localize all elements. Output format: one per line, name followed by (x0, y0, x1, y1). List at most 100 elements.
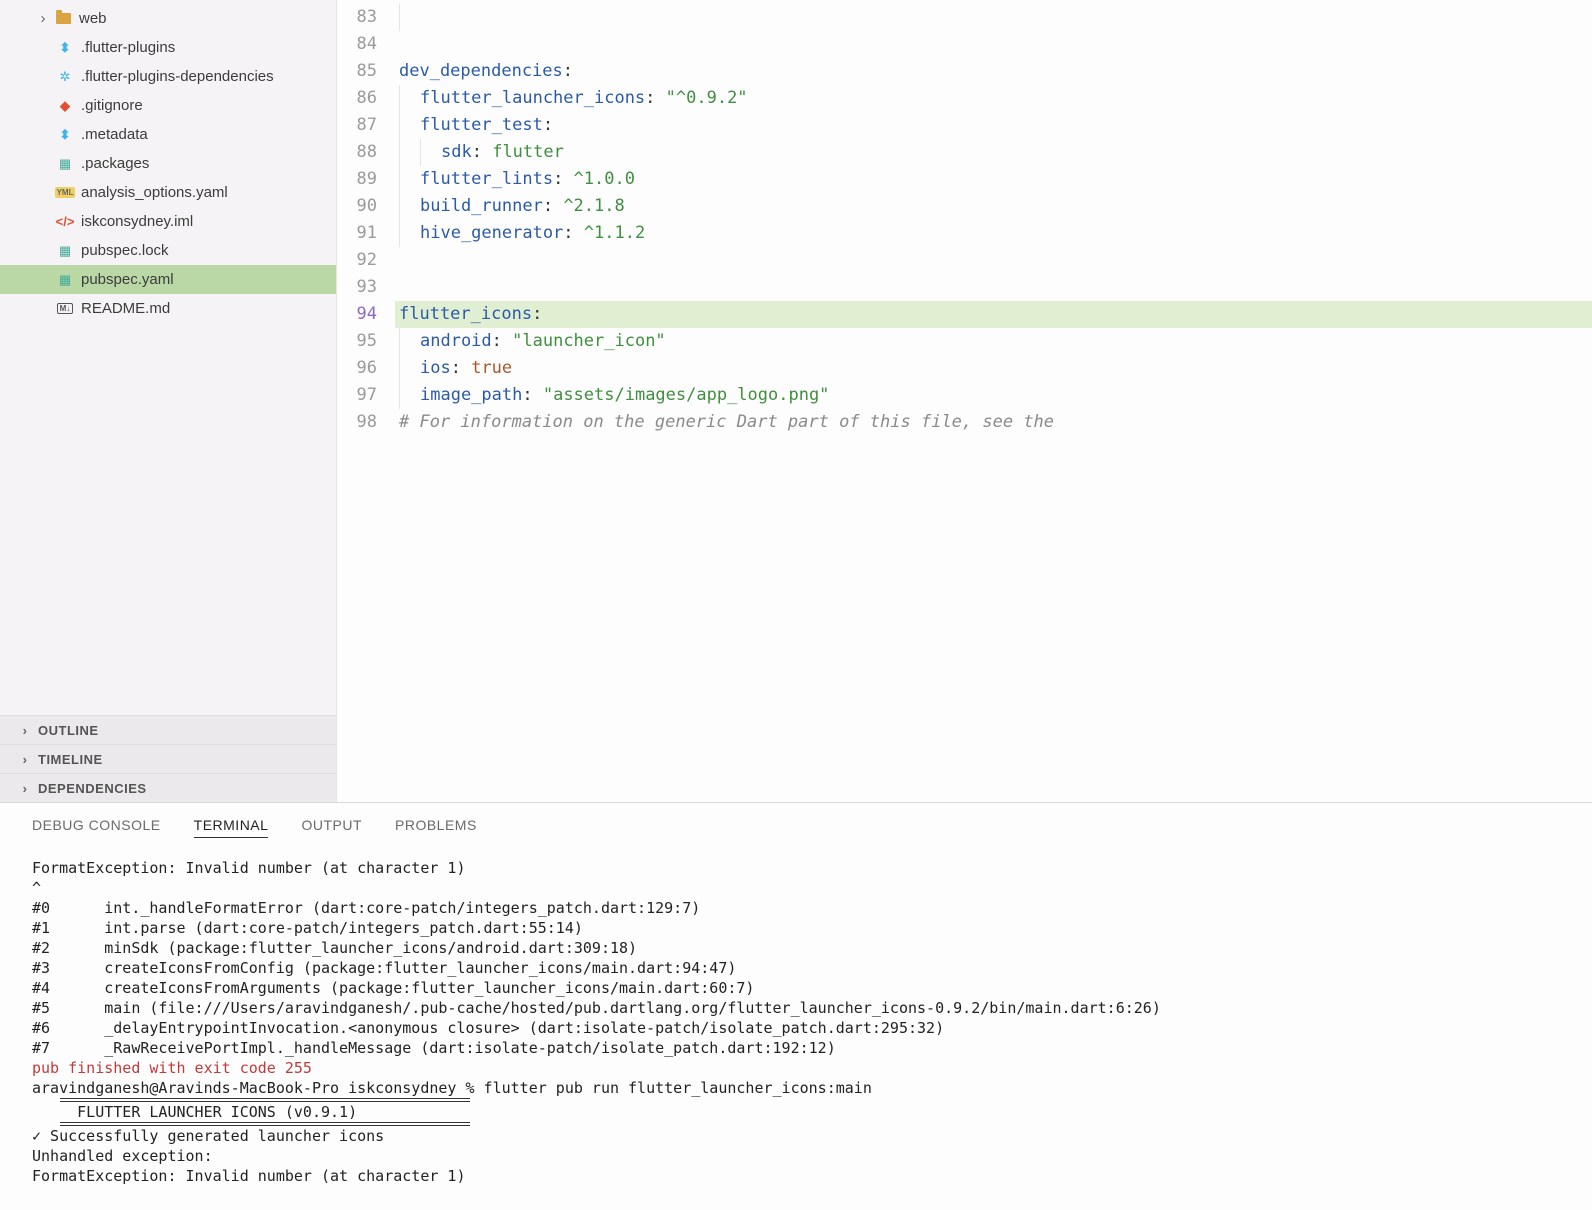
code-token: flutter_icons (399, 304, 532, 324)
code-token: : (492, 331, 512, 351)
file-item[interactable]: ⬍ .metadata (0, 120, 336, 149)
code-token: : (553, 169, 573, 189)
line-number: 94 (337, 301, 377, 328)
file-item[interactable]: ▦.packages (0, 149, 336, 178)
sidebar-section[interactable]: ›TIMELINE (0, 744, 336, 773)
tree-item-label: .metadata (81, 126, 148, 143)
md-icon: M↓ (56, 300, 74, 318)
terminal-line: ^ (32, 878, 1560, 898)
tree-item-label: .gitignore (81, 97, 143, 114)
code-token: : (543, 115, 553, 135)
file-item[interactable]: ◆.gitignore (0, 91, 336, 120)
panel-tabs: DEBUG CONSOLE TERMINAL OUTPUT PROBLEMS (0, 803, 1592, 844)
file-item[interactable]: </>iskconsydney.iml (0, 207, 336, 236)
code-line[interactable] (395, 247, 1592, 274)
file-item[interactable]: ▦pubspec.lock (0, 236, 336, 265)
bottom-panel: DEBUG CONSOLE TERMINAL OUTPUT PROBLEMS Form… (0, 802, 1592, 1210)
line-number: 97 (337, 382, 377, 409)
file-item[interactable]: YMLanalysis_options.yaml (0, 178, 336, 207)
gear-icon: ✲ (56, 68, 74, 86)
code-token: : (543, 196, 563, 216)
terminal-line: #3 createIconsFromConfig (package:flutte… (32, 958, 1560, 978)
tree-item-label: .packages (81, 155, 149, 172)
code-line[interactable]: dev_dependencies: (395, 58, 1592, 85)
tree-item-label: .flutter-plugins (81, 39, 175, 56)
line-number: 86 (337, 85, 377, 112)
line-number: 84 (337, 31, 377, 58)
file-item[interactable]: ▦pubspec.yaml (0, 265, 336, 294)
code-token: flutter (492, 142, 564, 162)
code-line[interactable] (395, 274, 1592, 301)
folder-icon (54, 10, 72, 28)
code-token: "launcher_icon" (512, 331, 666, 351)
line-number: 92 (337, 247, 377, 274)
panel-tab[interactable]: TERMINAL (194, 817, 269, 838)
code-editor[interactable]: 83848586878889909192939495969798 dev_dep… (337, 0, 1592, 802)
code-token: dev_dependencies (399, 61, 563, 81)
code-token: flutter_lints (420, 169, 553, 189)
terminal-line: FLUTTER LAUNCHER ICONS (v0.9.1) (32, 1102, 1560, 1122)
code-line[interactable] (395, 4, 1592, 31)
code-token: "assets/images/app_logo.png" (543, 385, 830, 405)
line-number: 87 (337, 112, 377, 139)
code-line[interactable]: image_path: "assets/images/app_logo.png" (395, 382, 1592, 409)
terminal-line: ✓ Successfully generated launcher icons (32, 1126, 1560, 1146)
file-item[interactable]: ✲.flutter-plugins-dependencies (0, 62, 336, 91)
file-explorer[interactable]: ›web⬍.flutter-plugins✲.flutter-plugins-d… (0, 0, 336, 715)
code-token: # For information on the generic Dart pa… (399, 412, 1054, 432)
code-line[interactable]: flutter_icons: (395, 301, 1592, 328)
chevron-right-icon: › (18, 781, 32, 796)
code-token: image_path (420, 385, 522, 405)
code-token: ^1.1.2 (584, 223, 645, 243)
terminal-line: #7 _RawReceivePortImpl._handleMessage (d… (32, 1038, 1560, 1058)
code-line[interactable]: build_runner: ^2.1.8 (395, 193, 1592, 220)
code-line[interactable]: sdk: flutter (395, 139, 1592, 166)
code-token: ^1.0.0 (574, 169, 635, 189)
code-token: : (563, 61, 573, 81)
terminal-output[interactable]: FormatException: Invalid number (at char… (0, 844, 1592, 1210)
code-line[interactable] (395, 31, 1592, 58)
code-token: : (645, 88, 665, 108)
terminal-line: Unhandled exception: (32, 1146, 1560, 1166)
terminal-line: #6 _delayEntrypointInvocation.<anonymous… (32, 1018, 1560, 1038)
code-line[interactable]: # For information on the generic Dart pa… (395, 409, 1592, 436)
chevron-right-icon: › (18, 752, 32, 767)
folder-item[interactable]: ›web (0, 4, 336, 33)
line-number: 89 (337, 166, 377, 193)
code-token: ios (420, 358, 451, 378)
flutter-icon: ⬍ (56, 126, 74, 144)
terminal-line: #4 createIconsFromArguments (package:flu… (32, 978, 1560, 998)
tree-item-label: analysis_options.yaml (81, 184, 228, 201)
file-item[interactable]: M↓ README.md (0, 294, 336, 323)
line-number: 88 (337, 139, 377, 166)
code-line[interactable]: android: "launcher_icon" (395, 328, 1592, 355)
line-number: 98 (337, 409, 377, 436)
code-line[interactable]: flutter_launcher_icons: "^0.9.2" (395, 85, 1592, 112)
sidebar-section[interactable]: ›OUTLINE (0, 715, 336, 744)
code-line[interactable]: ios: true (395, 355, 1592, 382)
sidebar-section[interactable]: › DEPENDENCIES (0, 773, 336, 802)
tree-item-label: iskconsydney.iml (81, 213, 193, 230)
sidebar: ›web⬍.flutter-plugins✲.flutter-plugins-d… (0, 0, 337, 802)
code-token: sdk (441, 142, 472, 162)
chevron-right-icon: › (36, 10, 50, 27)
code-line[interactable]: flutter_lints: ^1.0.0 (395, 166, 1592, 193)
code-line[interactable]: hive_generator: ^1.1.2 (395, 220, 1592, 247)
line-number: 96 (337, 355, 377, 382)
terminal-line: FormatException: Invalid number (at char… (32, 1166, 1560, 1186)
section-label: DEPENDENCIES (38, 781, 147, 796)
line-number: 91 (337, 220, 377, 247)
line-number: 90 (337, 193, 377, 220)
panel-tab[interactable]: DEBUG CONSOLE (32, 817, 161, 838)
code-line[interactable]: flutter_test: (395, 112, 1592, 139)
terminal-line: aravindganesh@Aravinds-MacBook-Pro iskco… (32, 1078, 1560, 1098)
code-token: : (522, 385, 542, 405)
panel-tab[interactable]: OUTPUT (301, 817, 362, 838)
code-area[interactable]: dev_dependencies:flutter_launcher_icons:… (395, 0, 1592, 802)
panel-tab[interactable]: PROBLEMS (395, 817, 477, 838)
tree-item-label: README.md (81, 300, 170, 317)
file-item[interactable]: ⬍.flutter-plugins (0, 33, 336, 62)
code-token: hive_generator (420, 223, 563, 243)
code-token: "^0.9.2" (666, 88, 748, 108)
chevron-right-icon: › (18, 723, 32, 738)
